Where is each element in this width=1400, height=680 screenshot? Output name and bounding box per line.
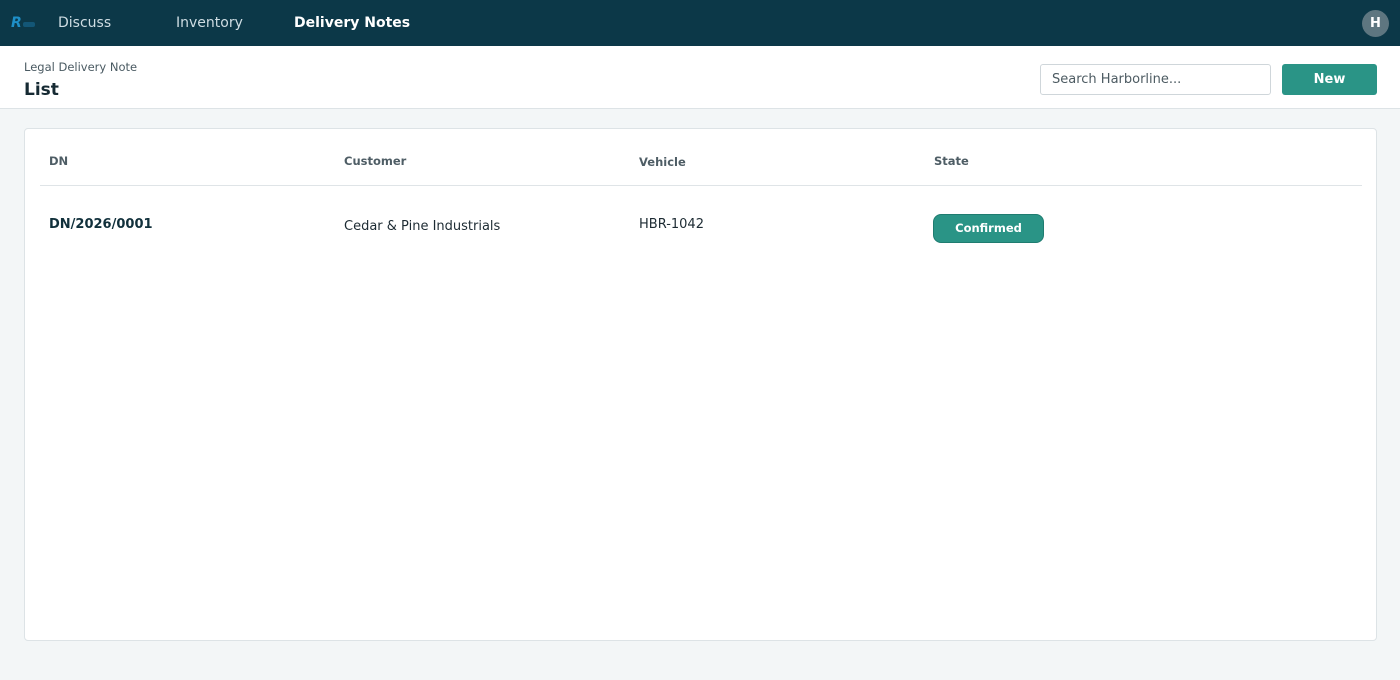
column-header-dn[interactable]: DN: [49, 154, 68, 168]
top-navbar: R Discuss Inventory Delivery Notes H: [0, 0, 1400, 46]
search-input[interactable]: [1040, 64, 1271, 95]
table-row[interactable]: DN/2026/0001 Cedar & Pine Industrials HB…: [40, 186, 1362, 272]
control-panel: Legal Delivery Note List New: [0, 46, 1400, 109]
nav-item-discuss[interactable]: Discuss: [58, 15, 111, 32]
new-button[interactable]: New: [1282, 64, 1377, 95]
breadcrumb[interactable]: Legal Delivery Note: [24, 60, 137, 74]
column-header-vehicle[interactable]: Vehicle: [639, 155, 686, 169]
svg-text:R: R: [11, 15, 22, 31]
column-header-state[interactable]: State: [934, 154, 969, 168]
status-badge: Confirmed: [933, 214, 1044, 243]
page-title: List: [24, 80, 59, 100]
app-logo-icon[interactable]: R: [10, 13, 36, 33]
list-view-card: DN Customer Vehicle State DN/2026/0001 C…: [24, 128, 1377, 641]
column-header-customer[interactable]: Customer: [344, 154, 406, 168]
nav-item-inventory[interactable]: Inventory: [176, 15, 243, 32]
cell-dn[interactable]: DN/2026/0001: [49, 217, 153, 233]
nav-item-delivery-notes[interactable]: Delivery Notes: [294, 15, 410, 32]
user-avatar[interactable]: H: [1362, 10, 1389, 37]
cell-customer[interactable]: Cedar & Pine Industrials: [344, 219, 500, 235]
table-header: DN Customer Vehicle State: [40, 129, 1362, 186]
cell-vehicle[interactable]: HBR-1042: [639, 217, 704, 233]
